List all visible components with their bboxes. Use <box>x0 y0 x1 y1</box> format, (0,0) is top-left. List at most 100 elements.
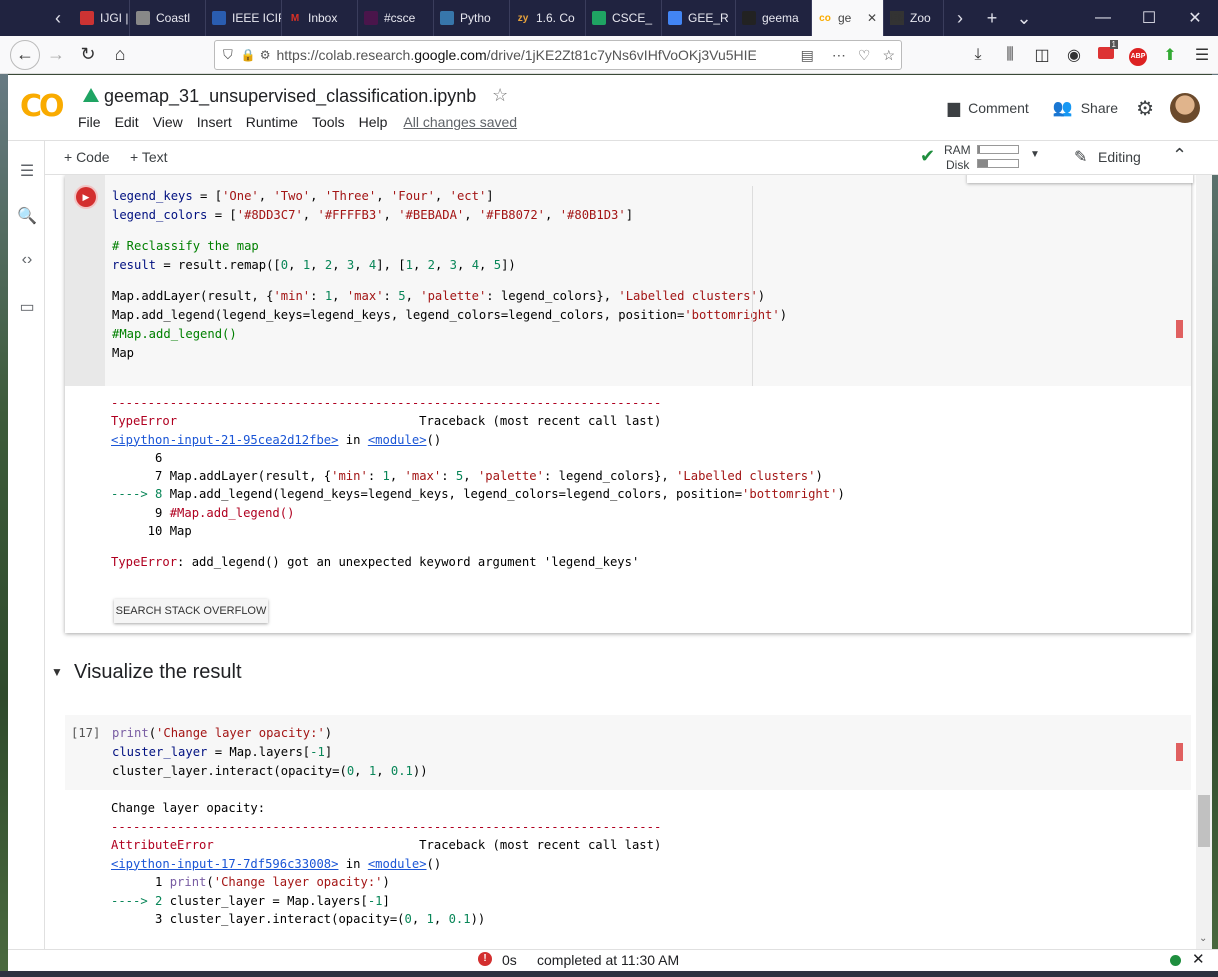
menu-item-help[interactable]: Help <box>359 114 388 130</box>
menu-item-runtime[interactable]: Runtime <box>246 114 298 130</box>
run-cell-button[interactable]: ▶ <box>76 187 96 207</box>
avatar[interactable] <box>1170 93 1200 123</box>
output-line: 6 <box>111 449 845 467</box>
url-bar[interactable]: ⛉ 🔒 ⚙ https://colab.research.google.com/… <box>214 40 902 70</box>
menu-bar: File Edit View Insert Runtime Tools Help All ch… <box>78 114 531 130</box>
pocket-icon[interactable]: ♡ <box>858 47 871 64</box>
menu-item-edit[interactable]: Edit <box>115 114 139 130</box>
settings-gear-icon[interactable]: ⚙ <box>1136 96 1154 121</box>
toc-list-icon[interactable]: ☰ <box>17 161 37 181</box>
browser-tab[interactable]: zy 1.6. Co <box>510 0 586 36</box>
home-icon[interactable]: ⌂ <box>104 39 136 71</box>
browser-tab[interactable]: M Inbox <box>282 0 358 36</box>
scrollbar-thumb[interactable] <box>1198 795 1210 847</box>
code-snippets-icon[interactable]: ‹› <box>17 251 37 271</box>
search-stack-overflow-button[interactable]: SEARCH STACK OVERFLOW <box>114 599 268 623</box>
code-token: in <box>338 432 368 447</box>
comment-icon[interactable]: ▆ <box>948 98 960 118</box>
extension-badge-icon[interactable]: 1 <box>1090 40 1122 64</box>
cell-code[interactable]: legend_keys = ['One', 'Two', 'Three', 'F… <box>112 187 787 363</box>
browser-tab[interactable]: co ge ✕ <box>812 0 884 36</box>
add-text-button[interactable]: + Text <box>130 149 168 165</box>
cell-code[interactable]: print('Change layer opacity:') cluster_la… <box>112 724 428 781</box>
scroll-down-icon[interactable]: ⌄ <box>1199 933 1207 944</box>
people-icon[interactable]: 👥 <box>1053 98 1073 118</box>
tab-label: CSCE_ <box>612 11 653 25</box>
search-icon[interactable]: 🔍 <box>17 206 37 226</box>
traceback-link[interactable]: <module> <box>368 433 427 447</box>
library-icon[interactable]: ⫼ <box>994 46 1026 64</box>
menu-item-tools[interactable]: Tools <box>312 114 345 130</box>
save-status-link[interactable]: All changes saved <box>403 114 517 130</box>
colab-logo[interactable]: CO <box>20 89 64 124</box>
browser-tab[interactable]: Coastl <box>130 0 206 36</box>
code-token: ] <box>486 189 494 203</box>
shield-icon[interactable]: ⛉ <box>223 47 233 63</box>
permissions-icon[interactable]: ⚙ <box>260 48 271 62</box>
browser-tab[interactable]: IEEE ICIP 2 <box>206 0 282 36</box>
add-code-button[interactable]: + Code <box>64 149 110 165</box>
reload-icon[interactable]: ↻ <box>72 39 104 71</box>
ram-label: RAM <box>944 143 971 157</box>
menu-item-file[interactable]: File <box>78 114 101 130</box>
star-icon[interactable]: ☆ <box>492 85 508 106</box>
traceback-link[interactable]: <ipython-input-17-7df596c33008> <box>111 857 338 871</box>
browser-tab[interactable]: #csce <box>358 0 434 36</box>
browser-tab[interactable]: Bb Zoo <box>884 0 944 36</box>
scrollbar[interactable]: ⌄ <box>1196 175 1212 949</box>
code-cell[interactable]: [17] print('Change layer opacity:') clust… <box>65 715 1191 949</box>
account-icon[interactable]: ◉ <box>1058 45 1090 65</box>
back-arrow-icon[interactable]: ← <box>10 39 40 70</box>
output-line: TypeError: add_legend() got an unexpecte… <box>111 553 845 571</box>
cell-output: Change layer opacity: -------------------… <box>111 799 661 929</box>
browser-tab[interactable]: geema <box>736 0 812 36</box>
desktop-background-right <box>1212 40 1218 977</box>
tab-scroll-left-icon[interactable]: ‹ <box>42 8 74 29</box>
lock-icon[interactable]: 🔒 <box>241 48 256 62</box>
journal-icon <box>80 11 94 25</box>
folder-icon[interactable]: ▭ <box>17 297 37 317</box>
code-token: , <box>434 189 450 203</box>
tab-scroll-right-icon[interactable]: › <box>944 8 976 29</box>
browser-tab[interactable]: CSCE_ <box>586 0 662 36</box>
traceback-link[interactable]: <module> <box>368 857 427 871</box>
minimize-icon[interactable]: — <box>1080 9 1126 27</box>
browser-tab[interactable]: GEE_R <box>662 0 736 36</box>
page-actions-icon[interactable]: ⋯ <box>832 47 846 64</box>
tab-list-chevron-down-icon[interactable]: ⌄ <box>1008 8 1040 29</box>
close-tab-icon[interactable]: ✕ <box>867 11 877 25</box>
code-token: : legend_colors}, <box>543 469 677 484</box>
browser-tab[interactable]: IJGI | F <box>74 0 130 36</box>
code-token: '#8DD3C7' <box>236 208 303 222</box>
new-tab-icon[interactable]: + <box>976 8 1008 29</box>
code-token: : <box>367 469 383 484</box>
collapse-header-chevron-icon[interactable]: ⌃ <box>1172 145 1187 166</box>
ram-meter[interactable] <box>977 145 1019 154</box>
comment-button[interactable]: Comment <box>968 100 1029 116</box>
code-cell[interactable]: ▶ legend_keys = ['One', 'Two', 'Three', … <box>65 175 1193 633</box>
close-status-icon[interactable]: ✕ <box>1192 950 1205 968</box>
browser-tab[interactable]: Pytho <box>434 0 510 36</box>
traceback-link[interactable]: <ipython-input-21-95cea2d12fbe> <box>111 433 338 447</box>
menu-icon[interactable]: ☰ <box>1186 45 1218 65</box>
notebook-title[interactable]: geemap_31_unsupervised_classification.ip… <box>104 86 476 107</box>
menu-item-view[interactable]: View <box>153 114 183 130</box>
adblock-icon[interactable]: ABP <box>1122 45 1154 66</box>
sidebar-icon[interactable]: ◫ <box>1026 45 1058 65</box>
bookmark-star-icon[interactable]: ☆ <box>882 47 895 64</box>
code-token: ]) <box>501 258 516 273</box>
runtime-dropdown-icon[interactable]: ▼ <box>1030 149 1040 160</box>
maximize-icon[interactable]: ☐ <box>1126 8 1172 28</box>
execution-time[interactable]: 0s <box>502 952 517 968</box>
forward-arrow-icon[interactable]: → <box>40 39 72 71</box>
reader-view-icon[interactable]: ▤ <box>801 47 814 64</box>
share-button[interactable]: Share <box>1081 100 1118 116</box>
disk-meter[interactable] <box>977 159 1019 168</box>
editing-mode-button[interactable]: Editing <box>1098 149 1141 165</box>
menu-item-insert[interactable]: Insert <box>197 114 232 130</box>
code-token: cluster_layer <box>112 745 208 759</box>
close-window-icon[interactable]: ✕ <box>1172 8 1218 28</box>
update-icon[interactable]: ⬆ <box>1154 45 1186 65</box>
collapse-section-icon[interactable]: ▼ <box>51 665 63 679</box>
downloads-icon[interactable]: ⤓ <box>962 46 994 64</box>
